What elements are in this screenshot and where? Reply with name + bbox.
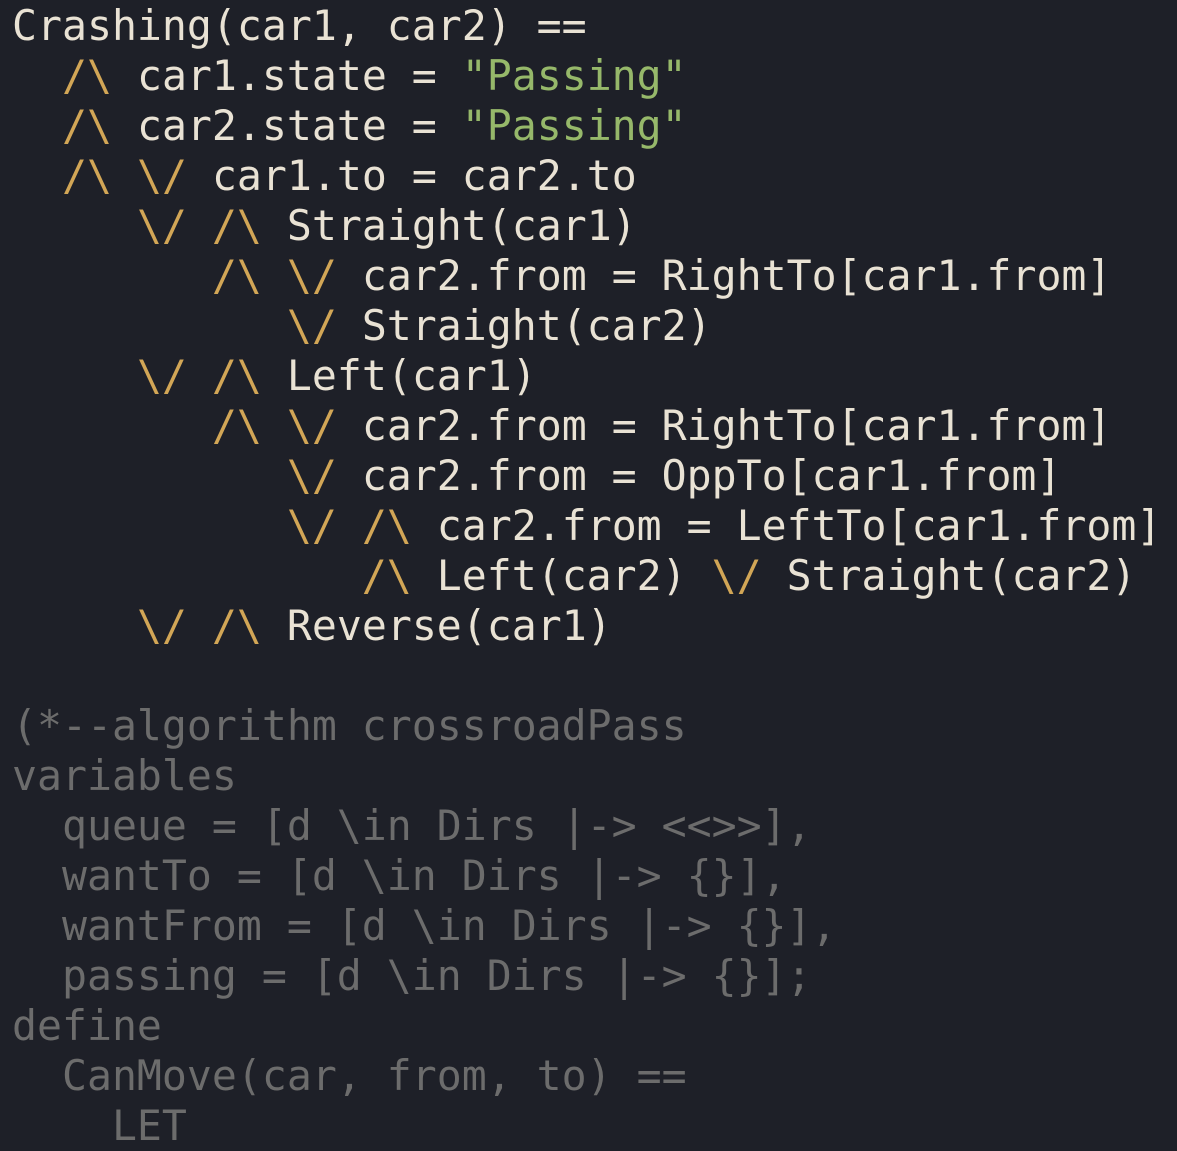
code-text: car1.to = car2.to	[186, 151, 637, 200]
code-line: define	[12, 1001, 1161, 1051]
code-line: queue = [d \in Dirs |-> <<>>],	[12, 801, 1161, 851]
string-literal: "Passing"	[461, 101, 687, 150]
code-text: Reverse(car1)	[261, 601, 612, 650]
comment-text: variables	[12, 751, 237, 800]
comment-text: define	[12, 1001, 162, 1050]
code-area[interactable]: Crashing(car1, car2) == /\ car1.state = …	[12, 1, 1161, 1151]
logic-operator: /\	[61, 101, 112, 150]
logic-operator: \/	[286, 451, 337, 500]
comment-text: (*--algorithm crossroadPass	[12, 701, 687, 750]
code-line: CanMove(car, from, to) ==	[12, 1051, 1161, 1101]
logic-operator: \/	[136, 151, 187, 200]
code-line: Crashing(car1, car2) ==	[12, 1, 1161, 51]
logic-operator: /\	[211, 601, 262, 650]
comment-text: wantFrom = [d \in Dirs |-> {}],	[12, 901, 837, 950]
code-text: Straight(car2)	[761, 551, 1137, 600]
comment-text: queue = [d \in Dirs |-> <<>>],	[12, 801, 812, 850]
code-line: \/ /\ car2.from = LeftTo[car1.from]	[12, 501, 1162, 551]
string-literal: "Passing"	[461, 51, 687, 100]
comment-text: wantTo = [d \in Dirs |-> {}],	[12, 851, 787, 900]
code-line: LET	[12, 1101, 1161, 1151]
code-text: Crashing(car1, car2) ==	[12, 1, 587, 50]
code-line: wantFrom = [d \in Dirs |-> {}],	[12, 901, 1161, 951]
logic-operator: /\	[61, 51, 112, 100]
code-line: /\ \/ car2.from = RightTo[car1.from]	[12, 251, 1161, 301]
code-line: /\ car2.state = "Passing"	[12, 101, 1161, 151]
logic-operator: \/	[136, 201, 187, 250]
code-text: car2.from = RightTo[car1.from]	[336, 401, 1112, 450]
logic-operator: \/	[711, 551, 762, 600]
comment-text: CanMove(car, from, to) ==	[12, 1051, 687, 1100]
code-line: /\ car1.state = "Passing"	[12, 51, 1161, 101]
code-text: car1.state =	[111, 51, 462, 100]
code-line: \/ car2.from = OppTo[car1.from]	[12, 451, 1161, 501]
code-text: Left(car2)	[411, 551, 712, 600]
code-line: \/ Straight(car2)	[12, 301, 1161, 351]
code-text: car2.state =	[111, 101, 462, 150]
logic-operator: \/	[136, 601, 187, 650]
code-line: /\ Left(car2) \/ Straight(car2)	[12, 551, 1161, 601]
code-text: Left(car1)	[261, 351, 537, 400]
code-line: \/ /\ Straight(car1)	[12, 201, 1161, 251]
code-text: car2.from = OppTo[car1.from]	[336, 451, 1062, 500]
logic-operator: /\	[361, 501, 412, 550]
logic-operator: \/	[286, 401, 337, 450]
code-text: Straight(car2)	[336, 301, 712, 350]
logic-operator: /\	[361, 551, 412, 600]
logic-operator: /\	[211, 251, 262, 300]
logic-operator: \/	[286, 251, 337, 300]
logic-operator: \/	[136, 351, 187, 400]
code-text: car2.from = RightTo[car1.from]	[336, 251, 1112, 300]
code-line: wantTo = [d \in Dirs |-> {}],	[12, 851, 1161, 901]
logic-operator: /\	[61, 151, 112, 200]
logic-operator: \/	[286, 501, 337, 550]
code-line: /\ \/ car1.to = car2.to	[12, 151, 1161, 201]
code-editor[interactable]: Crashing(car1, car2) == /\ car1.state = …	[0, 0, 1177, 1151]
logic-operator: /\	[211, 201, 262, 250]
code-text: Straight(car1)	[261, 201, 637, 250]
logic-operator: \/	[286, 301, 337, 350]
code-line: \/ /\ Left(car1)	[12, 351, 1161, 401]
code-text: car2.from = LeftTo[car1.from]	[411, 501, 1162, 550]
code-line: (*--algorithm crossroadPass	[12, 701, 1161, 751]
comment-text: LET	[12, 1101, 187, 1150]
comment-text: passing = [d \in Dirs |-> {}];	[12, 951, 812, 1000]
code-line: \/ /\ Reverse(car1)	[12, 601, 1161, 651]
logic-operator: /\	[211, 351, 262, 400]
code-line: /\ \/ car2.from = RightTo[car1.from]	[12, 401, 1161, 451]
code-line: passing = [d \in Dirs |-> {}];	[12, 951, 1161, 1001]
code-line: variables	[12, 751, 1161, 801]
logic-operator: /\	[211, 401, 262, 450]
